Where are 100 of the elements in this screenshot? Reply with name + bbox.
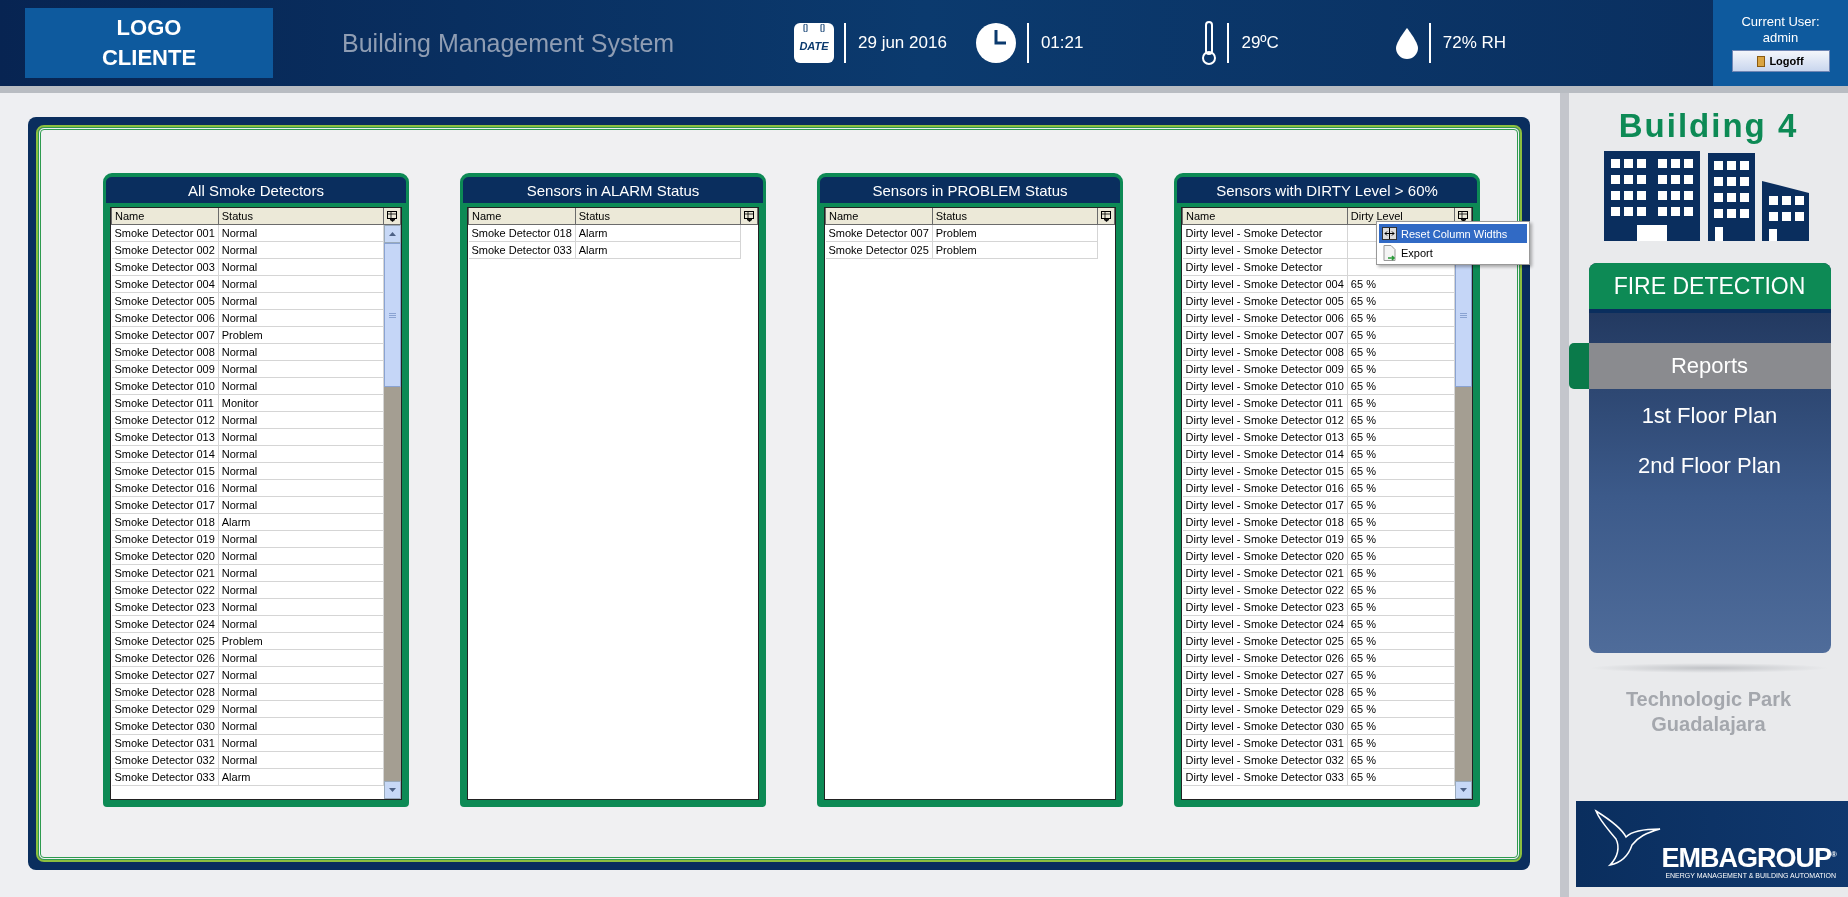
table-cell: Smoke Detector 019 — [111, 530, 219, 548]
column-header[interactable]: Status — [932, 208, 1098, 225]
table-cell: Dirty level - Smoke Detector 021 — [1182, 564, 1348, 582]
table-cell: Smoke Detector 021 — [111, 564, 219, 582]
table-cell: Dirty level - Smoke Detector 027 — [1182, 666, 1348, 684]
column-chooser-icon[interactable] — [1458, 210, 1468, 222]
table-cell: Smoke Detector 001 — [111, 224, 219, 242]
table-cell: 65 % — [1347, 547, 1455, 565]
table-cell: Normal — [218, 530, 384, 548]
table-cell: Smoke Detector 032 — [111, 751, 219, 769]
hummingbird-icon — [1592, 807, 1662, 867]
table-cell: Smoke Detector 017 — [111, 496, 219, 514]
table-cell: Problem — [932, 224, 1098, 242]
table-cell: Normal — [218, 377, 384, 395]
table-cell: Dirty level - Smoke Detector 016 — [1182, 479, 1348, 497]
table-cell: Normal — [218, 666, 384, 684]
table-cell: Monitor — [218, 394, 384, 412]
nav-item[interactable]: 1st Floor Plan — [1588, 393, 1831, 439]
table-cell: Smoke Detector 030 — [111, 717, 219, 735]
table-cell: Dirty level - Smoke Detector — [1182, 241, 1348, 259]
user-name: admin — [1762, 30, 1799, 46]
menu-item[interactable]: Export — [1379, 243, 1527, 262]
column-chooser-icon[interactable] — [744, 210, 754, 222]
down-arrow-icon — [1460, 788, 1467, 792]
panel-title: Sensors with DIRTY Level > 60% — [1215, 180, 1439, 201]
table-cell: Normal — [218, 224, 384, 242]
column-chooser-icon[interactable] — [387, 210, 397, 222]
document-export-icon — [1382, 244, 1397, 261]
table-cell: Problem — [218, 326, 384, 344]
table-cell: Normal — [218, 598, 384, 616]
date-icon-label: DATE — [799, 40, 829, 52]
humidity-text: 72% RH — [1442, 33, 1507, 53]
table-cell: Normal — [218, 751, 384, 769]
table-cell: Smoke Detector 011 — [111, 394, 219, 412]
table-cell: Dirty level - Smoke Detector — [1182, 258, 1348, 276]
table-cell: Normal — [218, 700, 384, 718]
table-cell: Smoke Detector 014 — [111, 445, 219, 463]
table-cell: Dirty level - Smoke Detector 012 — [1182, 411, 1348, 429]
up-arrow-icon — [389, 232, 396, 236]
table-cell: Dirty level - Smoke Detector 022 — [1182, 581, 1348, 599]
table-cell: Smoke Detector 008 — [111, 343, 219, 361]
column-chooser-button[interactable] — [384, 208, 401, 225]
nav-item[interactable]: 2nd Floor Plan — [1588, 443, 1831, 489]
logoff-button[interactable]: Logoff — [1731, 50, 1830, 72]
table-cell: 65 % — [1347, 309, 1455, 327]
table-cell: Smoke Detector 002 — [111, 241, 219, 259]
table-cell: Normal — [218, 479, 384, 497]
table-cell: 65 % — [1347, 581, 1455, 599]
table-cell: Normal — [218, 462, 384, 480]
column-header[interactable]: Name — [468, 208, 576, 225]
table-cell: Normal — [218, 717, 384, 735]
column-chooser-button[interactable] — [741, 208, 758, 225]
column-header[interactable]: Name — [1182, 208, 1348, 225]
table-cell: Smoke Detector 033 — [111, 768, 219, 786]
table-cell: Alarm — [575, 241, 741, 259]
table-cell: Normal — [218, 258, 384, 276]
table-cell: 65 % — [1347, 411, 1455, 429]
table-cell: 65 % — [1347, 360, 1455, 378]
table-cell: Smoke Detector 033 — [468, 241, 576, 259]
table-cell: 65 % — [1347, 564, 1455, 582]
table-cell: Smoke Detector 010 — [111, 377, 219, 395]
table-cell: Dirty level - Smoke Detector 009 — [1182, 360, 1348, 378]
grip-icon — [389, 312, 396, 318]
table-cell: 65 % — [1347, 275, 1455, 293]
table-cell: Normal — [218, 496, 384, 514]
table-cell: Dirty level - Smoke Detector 030 — [1182, 717, 1348, 735]
table-cell: Dirty level - Smoke Detector 019 — [1182, 530, 1348, 548]
table-cell: Dirty level - Smoke Detector 029 — [1182, 700, 1348, 718]
column-header[interactable]: Name — [825, 208, 933, 225]
table-cell: Dirty level - Smoke Detector 025 — [1182, 632, 1348, 650]
column-chooser-icon[interactable] — [1101, 210, 1111, 222]
table-cell: Smoke Detector 004 — [111, 275, 219, 293]
table-cell: Smoke Detector 015 — [111, 462, 219, 480]
table-cell: Smoke Detector 006 — [111, 309, 219, 327]
date-text: 29 jun 2016 — [858, 33, 947, 53]
menu-item[interactable]: Reset Column Widths — [1379, 224, 1527, 243]
table-cell: Dirty level - Smoke Detector 020 — [1182, 547, 1348, 565]
column-header[interactable]: Status — [218, 208, 384, 225]
panel-title: Sensors in PROBLEM Status — [871, 180, 1069, 201]
table-cell: Dirty level - Smoke Detector — [1182, 224, 1348, 242]
table-cell: 65 % — [1347, 343, 1455, 361]
water-drop-icon — [1394, 27, 1419, 59]
table-cell: 65 % — [1347, 700, 1455, 718]
table-cell: Dirty level - Smoke Detector 026 — [1182, 649, 1348, 667]
column-header[interactable]: Status — [575, 208, 741, 225]
table-cell: 65 % — [1347, 649, 1455, 667]
column-header[interactable]: Name — [111, 208, 219, 225]
table-cell: 65 % — [1347, 462, 1455, 480]
column-chooser-button[interactable] — [1098, 208, 1115, 225]
table-cell: Problem — [932, 241, 1098, 259]
table-cell: Normal — [218, 241, 384, 259]
table-cell: Smoke Detector 031 — [111, 734, 219, 752]
clock-icon — [974, 22, 1017, 64]
table-cell: Smoke Detector 025 — [111, 632, 219, 650]
table-cell: Smoke Detector 025 — [825, 241, 933, 259]
table-cell: Dirty level - Smoke Detector 006 — [1182, 309, 1348, 327]
scrollbar[interactable] — [384, 225, 401, 799]
table-cell: Dirty level - Smoke Detector 014 — [1182, 445, 1348, 463]
table-cell: Normal — [218, 649, 384, 667]
table-cell: Dirty level - Smoke Detector 033 — [1182, 768, 1348, 786]
